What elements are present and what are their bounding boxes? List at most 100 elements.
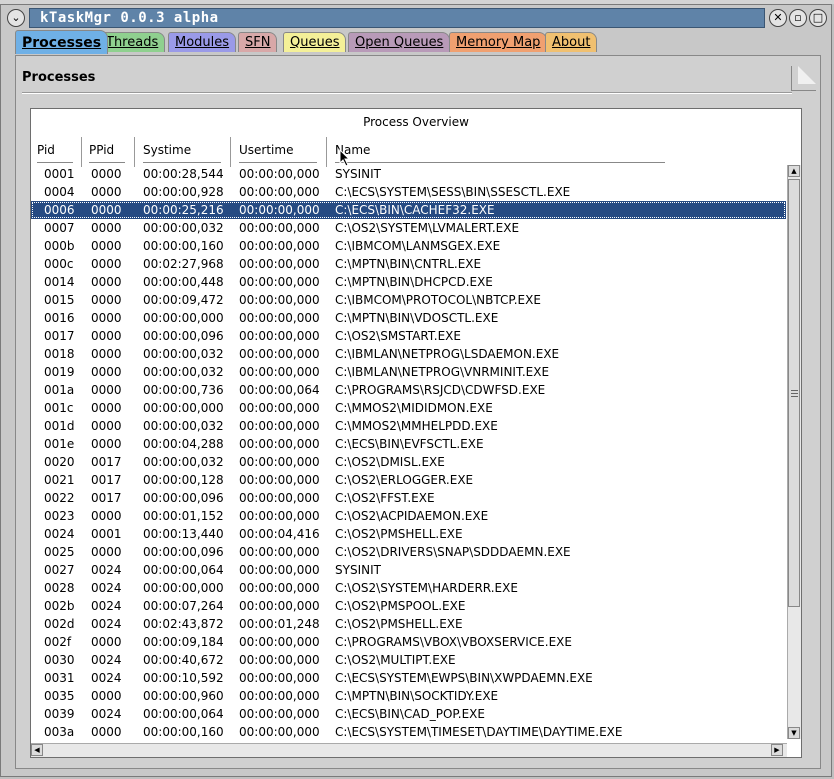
usertime-cell: 00:00:00,000 (239, 293, 320, 307)
vertical-scroll-thumb[interactable] (788, 179, 800, 607)
title-bar[interactable]: ⌄ kTaskMgr 0.0.3 alpha ✕ ▫ □ (3, 7, 829, 29)
ppid-cell: 0024 (91, 617, 122, 631)
table-row[interactable]: 0027 0024 00:00:00,064 00:00:00,000 SYSINIT (31, 561, 786, 579)
table-row[interactable]: 0021 0017 00:00:00,128 00:00:00,000 C:\OS2\E… (31, 471, 786, 489)
tab-memory-map[interactable]: Memory Map (449, 32, 548, 52)
column-separator[interactable] (230, 137, 231, 167)
ppid-cell: 0017 (91, 473, 122, 487)
tab-label: Threads (106, 35, 159, 50)
maximize-icon[interactable]: □ (809, 9, 827, 27)
tab-about[interactable]: About (545, 32, 598, 52)
table-row[interactable]: 0028 0024 00:00:00,000 00:00:00,000 C:\OS2\S… (31, 579, 786, 597)
table-row[interactable]: 000b 0000 00:00:00,160 00:00:00,000 C:\IBMCO… (31, 237, 786, 255)
ppid-cell: 0024 (91, 599, 122, 613)
usertime-cell: 00:00:00,000 (239, 455, 320, 469)
pid-cell: 001e (44, 437, 75, 451)
table-row[interactable]: 0015 0000 00:00:09,472 00:00:00,000 C:\IBMCO… (31, 291, 786, 309)
table-row[interactable]: 0024 0001 00:00:13,440 00:00:04,416 C:\OS2\P… (31, 525, 786, 543)
table-row[interactable]: 0004 0000 00:00:00,928 00:00:00,000 C:\ECS\S… (31, 183, 786, 201)
title-fill[interactable]: kTaskMgr 0.0.3 alpha (29, 8, 765, 28)
usertime-cell: 00:00:00,000 (239, 365, 320, 379)
ppid-cell: 0024 (91, 671, 122, 685)
tab-sfn[interactable]: SFN (238, 32, 278, 52)
tab-threads[interactable]: Threads (99, 32, 166, 52)
table-row[interactable]: 0007 0000 00:00:00,032 00:00:00,000 C:\OS2\S… (31, 219, 786, 237)
table-row[interactable]: 0014 0000 00:00:00,448 00:00:00,000 C:\MPTN\… (31, 273, 786, 291)
name-cell: C:\OS2\SYSTEM\LVMALERT.EXE (335, 221, 520, 235)
table-row[interactable]: 003a 0000 00:00:00,160 00:00:00,000 C:\ECS\S… (31, 723, 786, 739)
ppid-cell: 0000 (91, 365, 122, 379)
page-corner-icon[interactable] (791, 66, 816, 91)
horizontal-scrollbar[interactable]: ◀ ▶ (31, 743, 787, 757)
table-row[interactable]: 0022 0017 00:00:00,096 00:00:00,000 C:\OS2\F… (31, 489, 786, 507)
systime-cell: 00:00:09,184 (143, 635, 224, 649)
table-row[interactable]: 0018 0000 00:00:00,032 00:00:00,000 C:\IBMLA… (31, 345, 786, 363)
restore-icon[interactable]: ▫ (789, 9, 807, 27)
ppid-cell: 0024 (91, 707, 122, 721)
column-header-ppid[interactable]: PPid (89, 143, 114, 157)
column-header-usertime[interactable]: Usertime (239, 143, 293, 157)
tab-open-queues[interactable]: Open Queues (348, 32, 451, 52)
name-cell: C:\IBMCOM\PROTOCOL\NBTCP.EXE (335, 293, 541, 307)
column-separator[interactable] (134, 137, 135, 167)
table-row[interactable]: 001c 0000 00:00:00,000 00:00:00,000 C:\MMOS2… (31, 399, 786, 417)
usertime-cell: 00:00:00,000 (239, 545, 320, 559)
ppid-cell: 0000 (91, 545, 122, 559)
table-row[interactable]: 0031 0024 00:00:10,592 00:00:00,000 C:\ECS\S… (31, 669, 786, 687)
table-row[interactable]: 0030 0024 00:00:40,672 00:00:00,000 C:\OS2\M… (31, 651, 786, 669)
scroll-left-icon[interactable]: ◀ (31, 744, 43, 756)
table-row[interactable]: 0001 0000 00:00:28,544 00:00:00,000 SYSINIT (31, 165, 786, 183)
vertical-scrollbar[interactable]: ▲ ▼ (787, 165, 801, 739)
name-cell: C:\IBMCOM\LANMSGEX.EXE (335, 239, 501, 253)
table-row[interactable]: 0039 0024 00:00:00,064 00:00:00,000 C:\ECS\B… (31, 705, 786, 723)
close-icon[interactable]: ✕ (769, 9, 787, 27)
pid-cell: 003a (44, 725, 75, 739)
name-cell: C:\OS2\ERLOGGER.EXE (335, 473, 474, 487)
systime-cell: 00:00:00,064 (143, 563, 224, 577)
tab-processes[interactable]: Processes (15, 30, 109, 54)
systime-cell: 00:00:00,032 (143, 455, 224, 469)
scroll-up-icon[interactable]: ▲ (788, 165, 800, 177)
pid-cell: 0016 (44, 311, 75, 325)
table-row[interactable]: 0016 0000 00:00:00,000 00:00:00,000 C:\MPTN\… (31, 309, 786, 327)
ppid-cell: 0000 (91, 725, 122, 739)
pid-cell: 0028 (44, 581, 75, 595)
table-row[interactable]: 0020 0017 00:00:00,032 00:00:00,000 C:\OS2\D… (31, 453, 786, 471)
column-separator[interactable] (81, 137, 82, 167)
ppid-cell: 0000 (91, 203, 122, 217)
scroll-right-icon[interactable]: ▶ (771, 744, 783, 756)
table-row[interactable]: 001a 0000 00:00:00,736 00:00:00,064 C:\PROGR… (31, 381, 786, 399)
scroll-down-icon[interactable]: ▼ (788, 727, 800, 739)
usertime-cell: 00:00:00,064 (239, 383, 320, 397)
column-header-systime[interactable]: Systime (143, 143, 191, 157)
system-menu-icon[interactable]: ⌄ (7, 9, 25, 27)
process-list[interactable]: Process Overview Pid PPid Systime Userti… (30, 108, 802, 758)
pid-cell: 0004 (44, 185, 75, 199)
tab-label: About (552, 35, 591, 50)
column-separator[interactable] (326, 137, 327, 167)
table-row[interactable]: 0023 0000 00:00:01,152 00:00:00,000 C:\OS2\A… (31, 507, 786, 525)
name-cell: C:\OS2\DRIVERS\SNAP\SDDDAEMN.EXE (335, 545, 571, 559)
systime-cell: 00:00:01,152 (143, 509, 224, 523)
tab-modules[interactable]: Modules (168, 32, 237, 52)
table-row[interactable]: 001d 0000 00:00:00,032 00:00:00,000 C:\MMOS2… (31, 417, 786, 435)
ppid-cell: 0000 (91, 239, 122, 253)
table-row[interactable]: 002d 0024 00:02:43,872 00:00:01,248 C:\OS2\P… (31, 615, 786, 633)
column-header-pid[interactable]: Pid (37, 143, 55, 157)
table-row[interactable]: 0017 0000 00:00:00,096 00:00:00,000 C:\OS2\S… (31, 327, 786, 345)
tab-queues[interactable]: Queues (283, 32, 347, 52)
table-row[interactable]: 0006 0000 00:00:25,216 00:00:00,000 C:\ECS\B… (31, 201, 786, 219)
usertime-cell: 00:00:00,000 (239, 275, 320, 289)
name-cell: C:\OS2\SMSTART.EXE (335, 329, 461, 343)
name-cell: C:\IBMLAN\NETPROG\LSDAEMON.EXE (335, 347, 560, 361)
usertime-cell: 00:00:00,000 (239, 491, 320, 505)
table-row[interactable]: 0019 0000 00:00:00,032 00:00:00,000 C:\IBMLA… (31, 363, 786, 381)
systime-cell: 00:00:00,032 (143, 419, 224, 433)
table-row[interactable]: 000c 0000 00:02:27,968 00:00:00,000 C:\MPTN\… (31, 255, 786, 273)
pid-cell: 0015 (44, 293, 75, 307)
table-row[interactable]: 002b 0024 00:00:07,264 00:00:00,000 C:\OS2\P… (31, 597, 786, 615)
table-row[interactable]: 001e 0000 00:00:04,288 00:00:00,000 C:\ECS\B… (31, 435, 786, 453)
table-row[interactable]: 0025 0000 00:00:00,096 00:00:00,000 C:\OS2\D… (31, 543, 786, 561)
table-row[interactable]: 002f 0000 00:00:09,184 00:00:00,000 C:\PROGR… (31, 633, 786, 651)
table-row[interactable]: 0035 0000 00:00:00,960 00:00:00,000 C:\MPTN\… (31, 687, 786, 705)
